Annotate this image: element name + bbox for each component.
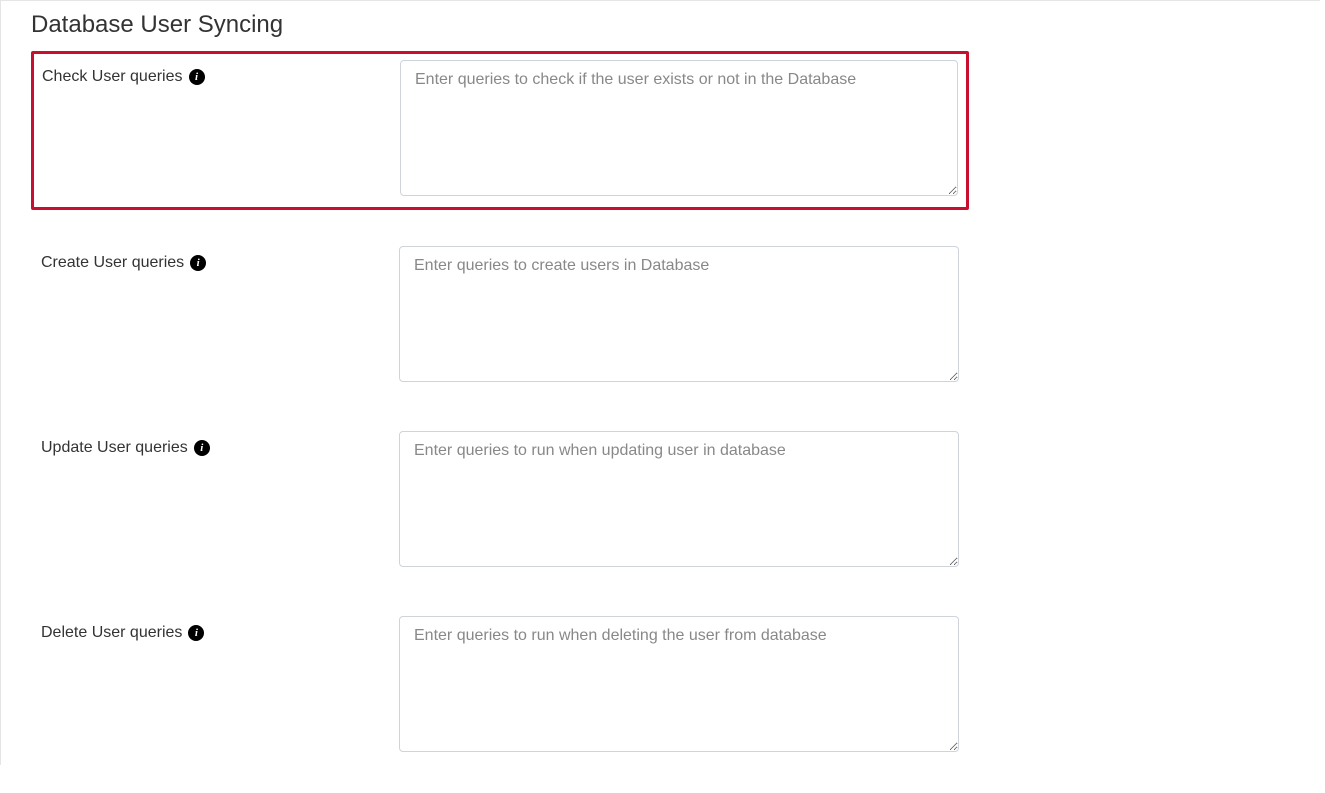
info-icon[interactable]: i — [188, 625, 204, 641]
form-row-create-user: Create User queries i — [31, 238, 969, 395]
info-icon[interactable]: i — [189, 69, 205, 85]
form-row-update-user: Update User queries i — [31, 423, 969, 580]
update-user-label: Update User queries — [41, 439, 188, 457]
create-user-label-wrap: Create User queries i — [41, 246, 399, 272]
check-user-input-wrap — [400, 60, 958, 201]
form-section: Database User Syncing Check User queries… — [1, 1, 1320, 765]
settings-page: Database User Syncing Check User queries… — [0, 0, 1320, 765]
delete-user-label: Delete User queries — [41, 624, 182, 642]
form-row-delete-user: Delete User queries i — [31, 608, 969, 765]
create-user-queries-input[interactable] — [399, 246, 959, 382]
delete-user-input-wrap — [399, 616, 959, 757]
create-user-label: Create User queries — [41, 254, 184, 272]
form-row-check-user: Check User queries i — [31, 51, 969, 210]
delete-user-label-wrap: Delete User queries i — [41, 616, 399, 642]
update-user-label-wrap: Update User queries i — [41, 431, 399, 457]
update-user-queries-input[interactable] — [399, 431, 959, 567]
check-user-label: Check User queries — [42, 68, 183, 86]
delete-user-queries-input[interactable] — [399, 616, 959, 752]
create-user-input-wrap — [399, 246, 959, 387]
info-icon[interactable]: i — [194, 440, 210, 456]
section-title: Database User Syncing — [31, 11, 1320, 39]
check-user-queries-input[interactable] — [400, 60, 958, 196]
update-user-input-wrap — [399, 431, 959, 572]
info-icon[interactable]: i — [190, 255, 206, 271]
check-user-label-wrap: Check User queries i — [42, 60, 400, 86]
